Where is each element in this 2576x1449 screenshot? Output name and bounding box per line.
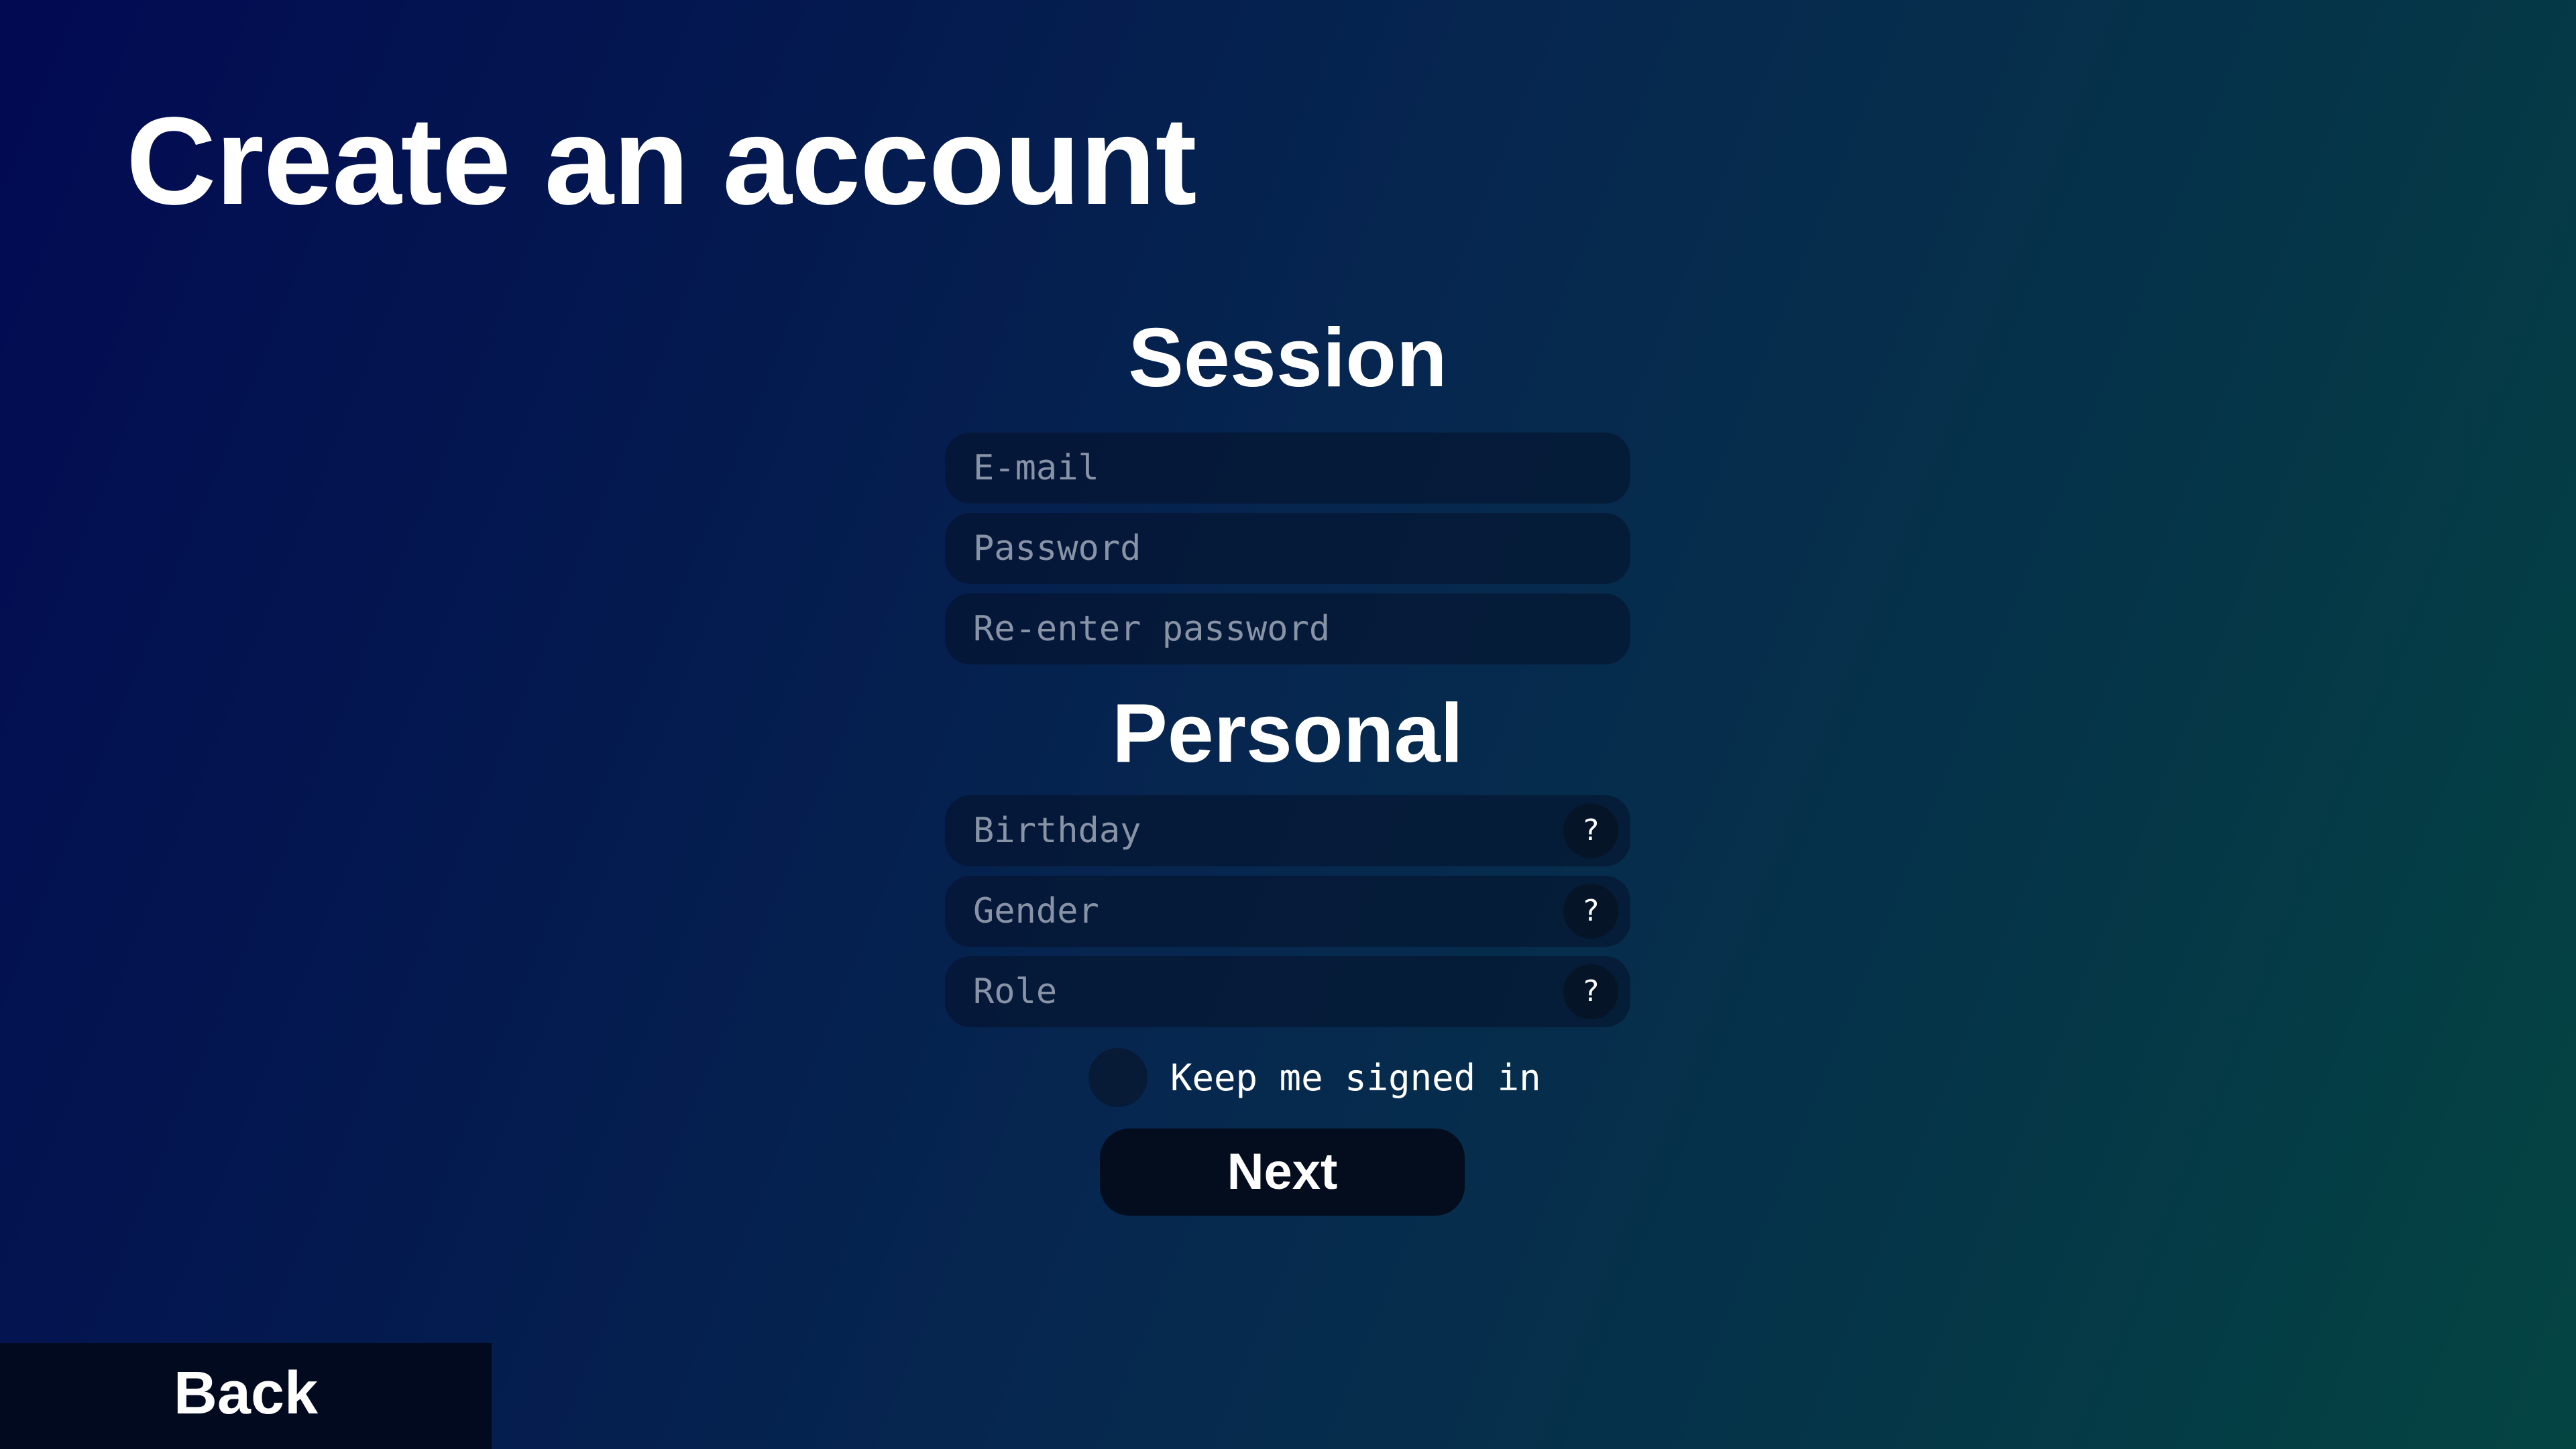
birthday-field-container: ?	[945, 795, 1630, 866]
birthday-input[interactable]	[945, 795, 1630, 866]
birthday-help-button[interactable]: ?	[1563, 803, 1618, 858]
gender-input[interactable]	[945, 876, 1630, 947]
email-field-container	[945, 432, 1630, 504]
reenter-password-field-container	[945, 593, 1630, 664]
next-button[interactable]: Next	[1100, 1128, 1465, 1216]
gender-field-container: ?	[945, 876, 1630, 947]
role-field-container: ?	[945, 956, 1630, 1027]
gender-help-button[interactable]: ?	[1563, 884, 1618, 939]
signup-form: Session Personal ? ? ? Keep me signed in…	[945, 0, 1630, 1449]
question-mark-icon: ?	[1581, 974, 1600, 1008]
keep-signed-in-row: Keep me signed in	[1088, 1047, 1541, 1108]
email-input[interactable]	[945, 432, 1630, 504]
password-input[interactable]	[945, 513, 1630, 584]
session-heading: Session	[1128, 312, 1447, 404]
role-input[interactable]	[945, 956, 1630, 1027]
role-help-button[interactable]: ?	[1563, 964, 1618, 1019]
personal-heading: Personal	[1112, 687, 1463, 780]
back-button[interactable]: Back	[0, 1343, 492, 1449]
keep-signed-in-label: Keep me signed in	[1170, 1056, 1541, 1099]
question-mark-icon: ?	[1581, 813, 1600, 848]
password-field-container	[945, 513, 1630, 584]
keep-signed-in-toggle[interactable]	[1088, 1048, 1147, 1107]
reenter-password-input[interactable]	[945, 593, 1630, 664]
question-mark-icon: ?	[1581, 894, 1600, 928]
